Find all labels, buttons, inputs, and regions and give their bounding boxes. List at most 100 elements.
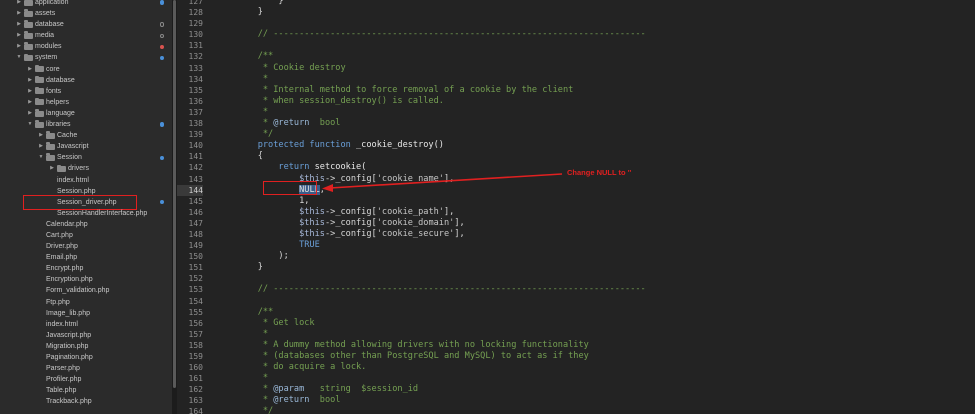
line-number: 153: [188, 285, 203, 295]
code-line[interactable]: 127 }: [177, 0, 975, 7]
code-line[interactable]: 147 $this->_config['cookie_domain'],: [177, 218, 975, 229]
chevron-right-icon[interactable]: ▶: [27, 97, 33, 108]
tree-file[interactable]: Profiler.php: [0, 374, 172, 385]
line-number: 150: [188, 252, 203, 262]
tree-folder[interactable]: ▶ helpers: [0, 97, 172, 108]
code-line[interactable]: 136 * when session_destroy() is called.: [177, 96, 975, 107]
tree-file[interactable]: Encryption.php: [0, 274, 172, 285]
tree-folder[interactable]: ▶ database: [0, 19, 172, 30]
tree-file[interactable]: index.html: [0, 175, 172, 186]
code-line[interactable]: 131: [177, 40, 975, 51]
chevron-right-icon[interactable]: ▶: [16, 0, 22, 8]
sidebar-scrollbar-thumb[interactable]: [173, 0, 176, 388]
code-line[interactable]: 151 }: [177, 262, 975, 273]
chevron-down-icon[interactable]: ▼: [27, 119, 33, 130]
code-line[interactable]: 160 * do acquire a lock.: [177, 362, 975, 373]
code-line[interactable]: 158 * A dummy method allowing drivers wi…: [177, 340, 975, 351]
tree-folder[interactable]: ▶ language: [0, 108, 172, 119]
tree-folder[interactable]: ▶ core: [0, 64, 172, 75]
chevron-right-icon[interactable]: ▶: [38, 141, 44, 152]
tree-item-label: Table.php: [46, 387, 77, 395]
code-line[interactable]: 163 * @return bool: [177, 395, 975, 406]
tree-folder[interactable]: ▼ system: [0, 52, 172, 63]
chevron-right-icon[interactable]: ▶: [16, 41, 22, 52]
chevron-right-icon[interactable]: ▶: [27, 108, 33, 119]
code-text: * do acquire a lock.: [237, 362, 367, 373]
code-line[interactable]: 133 * Cookie destroy: [177, 63, 975, 74]
git-status-dot-icon: [159, 155, 164, 161]
tree-folder[interactable]: ▶ media: [0, 30, 172, 41]
tree-file[interactable]: Form_validation.php: [0, 285, 172, 296]
code-editor[interactable]: 127 } 128 } 129 130 // --------------------…: [177, 0, 975, 414]
chevron-right-icon[interactable]: ▶: [27, 64, 33, 75]
tree-file[interactable]: Session_driver.php: [0, 195, 172, 211]
tree-folder[interactable]: ▶ drivers: [0, 163, 172, 174]
tree-file[interactable]: Image_lib.php: [0, 308, 172, 319]
code-line[interactable]: 159 * (databases other than PostgreSQL a…: [177, 351, 975, 362]
tree-file[interactable]: Ftp.php: [0, 297, 172, 308]
code-token: /**: [237, 306, 274, 317]
tree-file[interactable]: Trackback.php: [0, 396, 172, 407]
code-line[interactable]: 162 * @param string $session_id: [177, 384, 975, 395]
tree-file[interactable]: Javascript.php: [0, 330, 172, 341]
tree-file[interactable]: Encrypt.php: [0, 263, 172, 274]
tree-file[interactable]: Pagination.php: [0, 352, 172, 363]
tree-file[interactable]: Migration.php: [0, 341, 172, 352]
code-line[interactable]: 137 *: [177, 107, 975, 118]
chevron-right-icon[interactable]: ▶: [16, 19, 22, 30]
chevron-right-icon[interactable]: ▶: [27, 86, 33, 97]
code-line[interactable]: 154: [177, 296, 975, 307]
code-line[interactable]: 128 }: [177, 7, 975, 18]
tree-file[interactable]: index.html: [0, 319, 172, 330]
tree-folder[interactable]: ▶ fonts: [0, 86, 172, 97]
code-area[interactable]: 127 } 128 } 129 130 // --------------------…: [177, 0, 975, 414]
tree-file[interactable]: Calendar.php: [0, 219, 172, 230]
code-line[interactable]: 140 protected function _cookie_destroy(): [177, 140, 975, 151]
code-line[interactable]: 135 * Internal method to force removal o…: [177, 85, 975, 96]
tree-folder[interactable]: ▶ modules: [0, 41, 172, 52]
chevron-right-icon[interactable]: ▶: [38, 130, 44, 141]
code-line[interactable]: 139 */: [177, 129, 975, 140]
tree-file[interactable]: Email.php: [0, 252, 172, 263]
code-line[interactable]: 129: [177, 18, 975, 29]
tree-folder[interactable]: ▶ application: [0, 0, 172, 8]
tree-file[interactable]: Table.php: [0, 385, 172, 396]
tree-file[interactable]: Cart.php: [0, 230, 172, 241]
tree-folder[interactable]: ▼ Session: [0, 152, 172, 163]
chevron-right-icon[interactable]: ▶: [16, 30, 22, 41]
chevron-down-icon[interactable]: ▼: [16, 52, 22, 63]
tree-file[interactable]: Driver.php: [0, 241, 172, 252]
tree-folder[interactable]: ▶ database: [0, 75, 172, 86]
file-tree: ▶ application ▶ assets ▶ database ▶ media ▶ modul…: [0, 0, 172, 407]
code-line[interactable]: 150 );: [177, 251, 975, 262]
code-token: * when session_destroy() is called.: [237, 95, 444, 106]
code-line[interactable]: 148 $this->_config['cookie_secure'],: [177, 229, 975, 240]
tree-folder[interactable]: ▶ Javascript: [0, 141, 172, 152]
code-line[interactable]: 141 {: [177, 151, 975, 162]
code-line[interactable]: 153 // ---------------------------------…: [177, 284, 975, 295]
code-line[interactable]: 152: [177, 273, 975, 284]
code-line[interactable]: 132 /**: [177, 51, 975, 62]
chevron-right-icon[interactable]: ▶: [27, 75, 33, 86]
code-line[interactable]: 157 *: [177, 329, 975, 340]
code-line[interactable]: 156 * Get lock: [177, 318, 975, 329]
code-token: ],: [454, 217, 465, 228]
code-line[interactable]: 134 *: [177, 74, 975, 85]
tree-folder[interactable]: ▶ assets: [0, 8, 172, 19]
line-number: 149: [188, 241, 203, 251]
code-line[interactable]: 149 TRUE: [177, 240, 975, 251]
tree-file[interactable]: SessionHandlerInterface.php: [0, 208, 172, 219]
tree-file[interactable]: Parser.php: [0, 363, 172, 374]
code-line[interactable]: 138 * @return bool: [177, 118, 975, 129]
code-line[interactable]: 155 /**: [177, 307, 975, 318]
code-line[interactable]: 145 1,: [177, 196, 975, 207]
tree-folder[interactable]: ▼ libraries: [0, 119, 172, 130]
code-line[interactable]: 130 // ---------------------------------…: [177, 29, 975, 40]
code-line[interactable]: 146 $this->_config['cookie_path'],: [177, 207, 975, 218]
tree-folder[interactable]: ▶ Cache: [0, 130, 172, 141]
code-line[interactable]: 161 *: [177, 373, 975, 384]
chevron-right-icon[interactable]: ▶: [16, 8, 22, 19]
code-line[interactable]: 164 */: [177, 406, 975, 414]
chevron-down-icon[interactable]: ▼: [38, 152, 44, 163]
chevron-right-icon[interactable]: ▶: [49, 163, 55, 174]
